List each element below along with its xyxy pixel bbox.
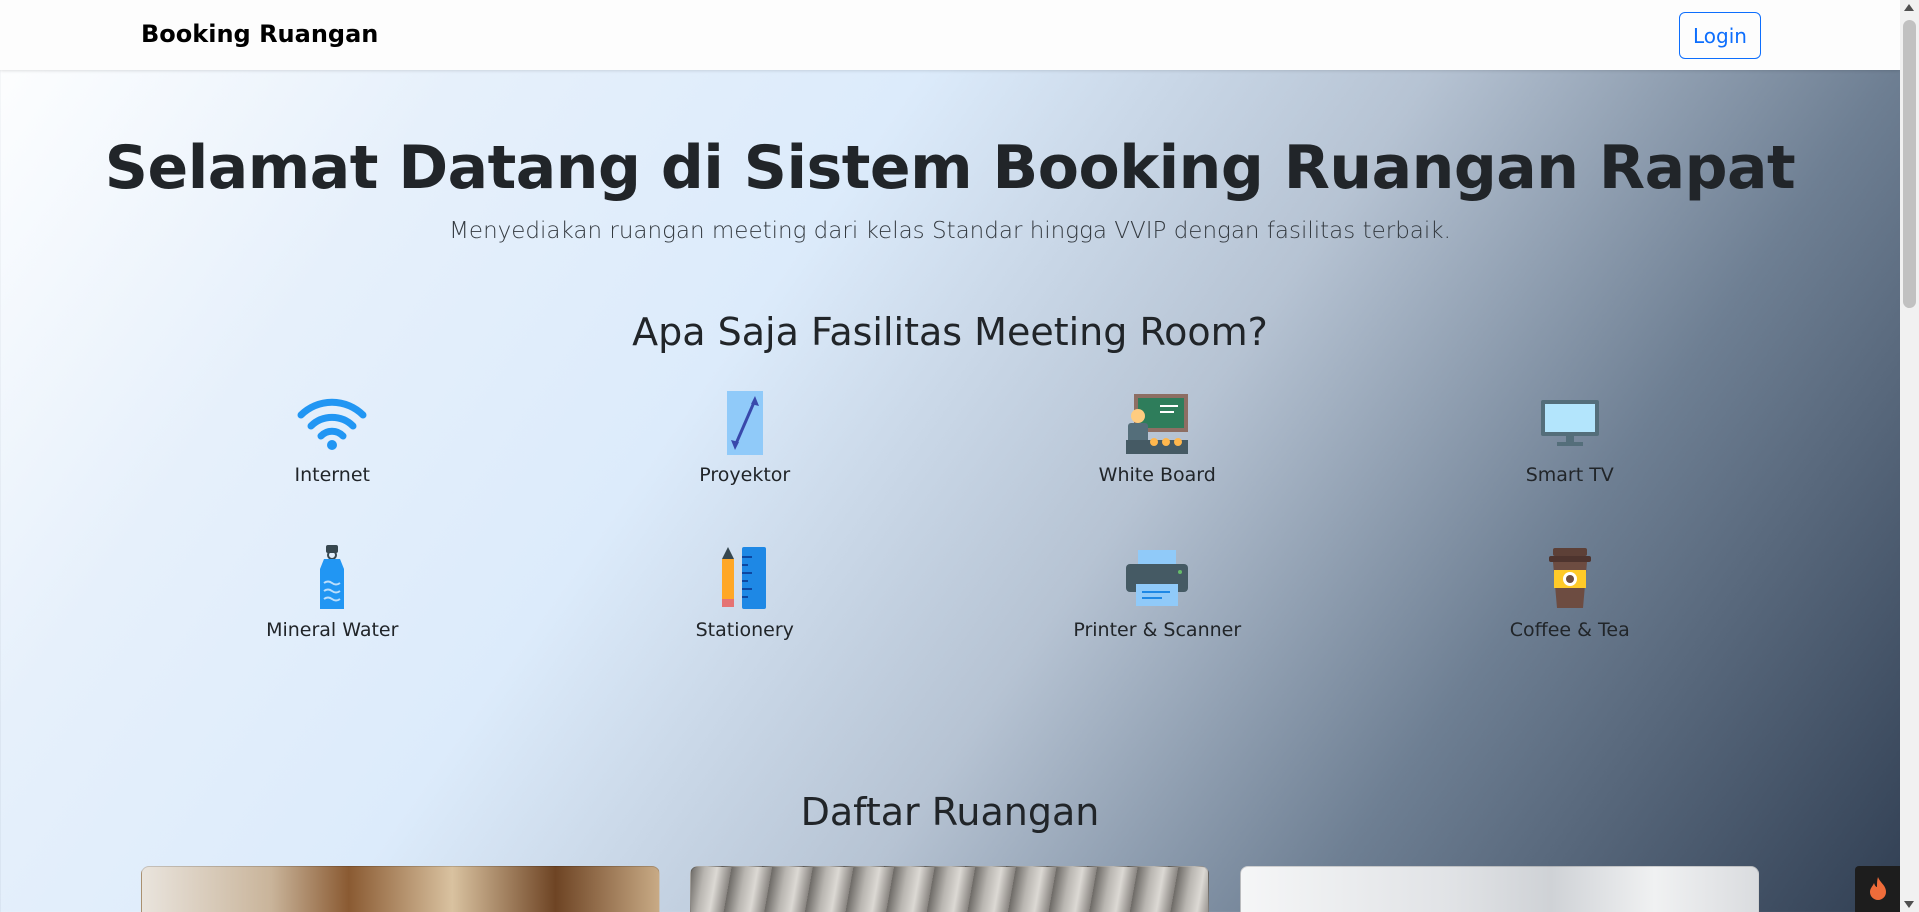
rooms-title: Daftar Ruangan (800, 790, 1100, 834)
page-scrollbar[interactable] (1900, 0, 1919, 912)
facilities-grid: Internet Proyektor White Board Smart TV … (126, 390, 1776, 660)
coffee-cup-icon (1535, 545, 1605, 611)
facility-stationery: Stationery (539, 545, 952, 660)
top-navbar: Booking Ruangan Login (0, 0, 1900, 70)
facility-label: White Board (1098, 464, 1216, 486)
scroll-up-icon[interactable] (1904, 4, 1914, 11)
scroll-down-icon[interactable] (1904, 901, 1914, 908)
brand-link[interactable]: Booking Ruangan (141, 20, 378, 48)
flame-icon (1869, 877, 1886, 900)
facility-label: Coffee & Tea (1509, 619, 1630, 641)
facility-label: Internet (294, 464, 370, 486)
login-button[interactable]: Login (1679, 12, 1761, 59)
facility-coffee-tea: Coffee & Tea (1364, 545, 1777, 660)
facility-label: Proyektor (699, 464, 791, 486)
facility-internet: Internet (126, 390, 539, 545)
printer-icon (1122, 545, 1192, 611)
scroll-thumb[interactable] (1903, 20, 1916, 308)
room-card[interactable] (690, 866, 1209, 912)
facility-label: Mineral Water (266, 619, 399, 641)
projector-screen-icon (710, 390, 780, 456)
facility-label: Stationery (695, 619, 794, 641)
teacher-board-icon (1122, 390, 1192, 456)
hero-subtitle: Menyediakan ruangan meeting dari kelas S… (449, 218, 1451, 244)
water-bottle-icon (297, 545, 367, 611)
facility-label: Smart TV (1525, 464, 1614, 486)
tv-monitor-icon (1535, 390, 1605, 456)
pencil-ruler-icon (710, 545, 780, 611)
hero-title: Selamat Datang di Sistem Booking Ruangan… (104, 133, 1796, 203)
facility-label: Printer & Scanner (1073, 619, 1242, 641)
room-card[interactable] (141, 866, 660, 912)
facility-smart-tv: Smart TV (1364, 390, 1777, 545)
room-card[interactable] (1240, 866, 1759, 912)
facility-whiteboard: White Board (951, 390, 1364, 545)
facility-mineral-water: Mineral Water (126, 545, 539, 660)
debug-toolbar-button[interactable] (1855, 866, 1900, 912)
facility-projector: Proyektor (539, 390, 952, 545)
wifi-icon (297, 390, 367, 456)
facility-printer-scanner: Printer & Scanner (951, 545, 1364, 660)
facilities-title: Apa Saja Fasilitas Meeting Room? (632, 310, 1268, 354)
